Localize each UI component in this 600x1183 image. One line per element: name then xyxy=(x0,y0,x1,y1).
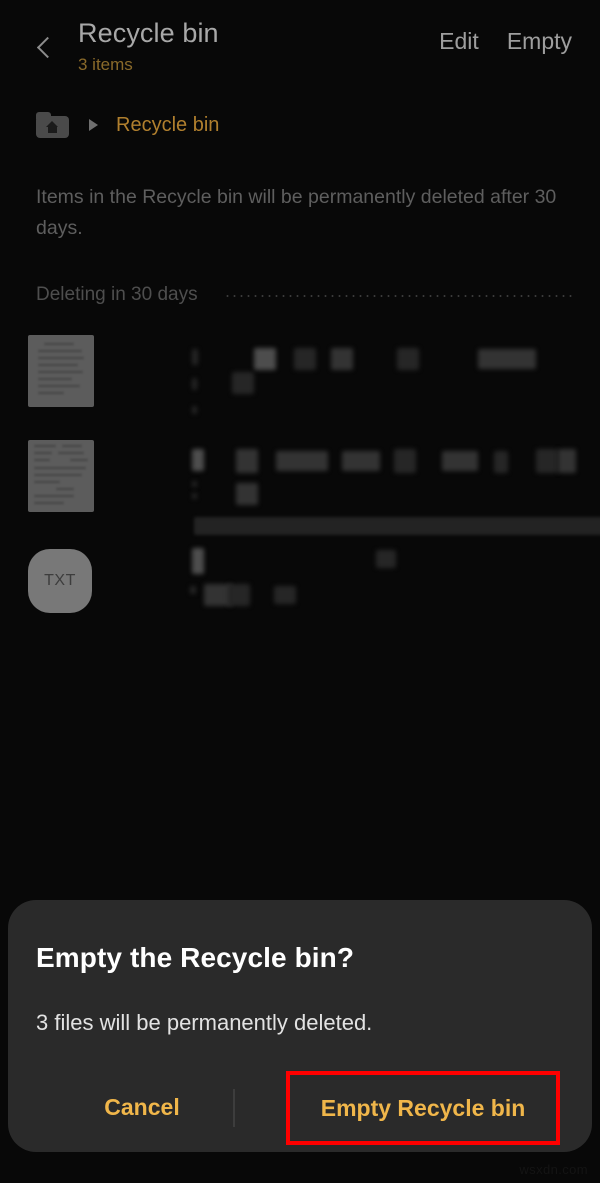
breadcrumb: Recycle bin xyxy=(0,104,600,146)
redacted-file-info xyxy=(124,540,600,640)
cancel-button[interactable]: Cancel xyxy=(60,1079,224,1135)
title-block: Recycle bin 3 items xyxy=(78,16,439,78)
file-list: TXT xyxy=(0,330,600,645)
breadcrumb-current[interactable]: Recycle bin xyxy=(116,114,219,137)
dialog-title: Empty the Recycle bin? xyxy=(36,942,355,973)
app-bar-actions: Edit Empty xyxy=(439,16,600,55)
dialog-actions: Cancel Empty Recycle bin xyxy=(8,1065,592,1147)
item-count: 3 items xyxy=(78,55,133,74)
section-header: Deleting in 30 days xyxy=(36,280,576,310)
list-item[interactable]: TXT xyxy=(0,540,600,645)
file-thumbnail: TXT xyxy=(28,545,94,617)
list-item[interactable] xyxy=(0,330,600,435)
retention-notice: Items in the Recycle bin will be permane… xyxy=(36,186,557,239)
watermark: wsxdn.com xyxy=(519,1162,588,1177)
edit-button[interactable]: Edit xyxy=(439,28,479,55)
redacted-file-info xyxy=(124,330,600,430)
file-thumbnail xyxy=(28,440,94,512)
empty-button[interactable]: Empty xyxy=(507,28,572,55)
list-item[interactable] xyxy=(0,435,600,540)
section-title: Deleting in 30 days xyxy=(36,284,198,305)
file-thumbnail xyxy=(28,335,94,407)
txt-file-icon: TXT xyxy=(28,549,92,613)
page-title: Recycle bin xyxy=(78,18,219,48)
app-bar: Recycle bin 3 items Edit Empty xyxy=(0,0,600,92)
dialog-button-divider xyxy=(233,1089,235,1127)
dialog-message: 3 files will be permanently deleted. xyxy=(36,1010,373,1035)
section-dotted-rule xyxy=(223,295,576,297)
chevron-left-icon xyxy=(36,36,59,58)
confirm-dialog: Empty the Recycle bin? 3 files will be p… xyxy=(8,900,592,1152)
home-folder-icon[interactable] xyxy=(36,112,69,138)
back-button[interactable] xyxy=(18,20,72,74)
triangle-right-icon xyxy=(89,119,98,131)
redacted-file-info xyxy=(124,435,600,535)
confirm-button[interactable]: Empty Recycle bin xyxy=(286,1071,560,1145)
recycle-bin-screen: Recycle bin 3 items Edit Empty Recycle b… xyxy=(0,0,600,1183)
